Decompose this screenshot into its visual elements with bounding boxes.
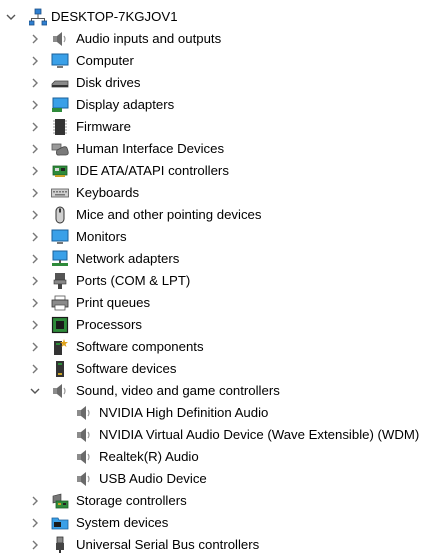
software-device-icon [51, 360, 69, 378]
tree-item-label: Display adapters [76, 97, 175, 112]
chevron-down-icon[interactable] [4, 6, 18, 28]
speaker-icon [75, 470, 93, 488]
tree-item-label: Network adapters [76, 251, 180, 266]
speaker-icon [51, 382, 69, 400]
device-tree: DESKTOP-7KGJOV1 Audio inputs and outputs… [0, 0, 428, 553]
chevron-right-icon[interactable] [28, 270, 42, 292]
firmware-chip-icon [51, 118, 69, 136]
computer-network-icon [29, 8, 47, 26]
tree-item-network-adapters[interactable]: Network adapters [0, 248, 428, 270]
tree-item-label: Software devices [76, 361, 177, 376]
tree-root[interactable]: DESKTOP-7KGJOV1 [0, 6, 428, 28]
chevron-right-icon[interactable] [28, 490, 42, 512]
speaker-icon [75, 426, 93, 444]
chevron-right-icon[interactable] [28, 72, 42, 94]
software-component-icon [51, 338, 69, 356]
chevron-right-icon[interactable] [28, 226, 42, 248]
tree-item-disk-drives[interactable]: Disk drives [0, 72, 428, 94]
display-adapter-icon [51, 96, 69, 114]
chevron-right-icon[interactable] [28, 182, 42, 204]
hid-icon [51, 140, 69, 158]
usb-icon [51, 536, 69, 554]
keyboard-icon [51, 184, 69, 202]
tree-device-label: NVIDIA Virtual Audio Device (Wave Extens… [99, 427, 420, 442]
tree-item-software-devices[interactable]: Software devices [0, 358, 428, 380]
tree-item-label: Mice and other pointing devices [76, 207, 262, 222]
tree-item-ide-ata-atapi-controllers[interactable]: IDE ATA/ATAPI controllers [0, 160, 428, 182]
tree-item-audio-inputs-outputs[interactable]: Audio inputs and outputs [0, 28, 428, 50]
tree-item-label: Audio inputs and outputs [76, 31, 222, 46]
tree-item-label: Disk drives [76, 75, 141, 90]
chevron-right-icon[interactable] [28, 28, 42, 50]
tree-item-sound-video-game-controllers[interactable]: Sound, video and game controllers [0, 380, 428, 402]
tree-device-usb-audio[interactable]: USB Audio Device [0, 468, 428, 490]
tree-item-firmware[interactable]: Firmware [0, 116, 428, 138]
ide-controller-icon [51, 162, 69, 180]
tree-item-label: Keyboards [76, 185, 140, 200]
monitor-icon [51, 228, 69, 246]
tree-device-nvidia-virtual-audio[interactable]: NVIDIA Virtual Audio Device (Wave Extens… [0, 424, 428, 446]
tree-device-label: Realtek(R) Audio [99, 449, 199, 464]
tree-item-label: Software components [76, 339, 204, 354]
tree-root-label: DESKTOP-7KGJOV1 [51, 9, 178, 24]
chevron-right-icon[interactable] [28, 94, 42, 116]
chevron-right-icon[interactable] [28, 512, 42, 534]
tree-item-usb-controllers[interactable]: Universal Serial Bus controllers [0, 534, 428, 556]
chevron-right-icon[interactable] [28, 138, 42, 160]
tree-item-label: System devices [76, 515, 169, 530]
monitor-icon [51, 52, 69, 70]
tree-item-print-queues[interactable]: Print queues [0, 292, 428, 314]
system-folder-icon [51, 514, 69, 532]
disk-drive-icon [51, 74, 69, 92]
chevron-right-icon[interactable] [28, 534, 42, 556]
tree-item-label: Sound, video and game controllers [76, 383, 280, 398]
tree-item-ports-com-lpt[interactable]: Ports (COM & LPT) [0, 270, 428, 292]
speaker-icon [75, 448, 93, 466]
tree-item-storage-controllers[interactable]: Storage controllers [0, 490, 428, 512]
tree-item-label: Human Interface Devices [76, 141, 225, 156]
network-adapter-icon [51, 250, 69, 268]
tree-item-label: Ports (COM & LPT) [76, 273, 191, 288]
tree-item-computer[interactable]: Computer [0, 50, 428, 72]
tree-item-human-interface-devices[interactable]: Human Interface Devices [0, 138, 428, 160]
tree-item-label: Storage controllers [76, 493, 187, 508]
tree-device-label: USB Audio Device [99, 471, 207, 486]
chevron-right-icon[interactable] [28, 248, 42, 270]
storage-controller-icon [51, 492, 69, 510]
tree-item-software-components[interactable]: Software components [0, 336, 428, 358]
mouse-icon [51, 206, 69, 224]
processor-icon [51, 316, 69, 334]
tree-item-display-adapters[interactable]: Display adapters [0, 94, 428, 116]
tree-item-label: Monitors [76, 229, 127, 244]
tree-device-label: NVIDIA High Definition Audio [99, 405, 269, 420]
chevron-right-icon[interactable] [28, 358, 42, 380]
chevron-right-icon[interactable] [28, 204, 42, 226]
tree-item-monitors[interactable]: Monitors [0, 226, 428, 248]
port-icon [51, 272, 69, 290]
tree-device-nvidia-hd-audio[interactable]: NVIDIA High Definition Audio [0, 402, 428, 424]
chevron-right-icon[interactable] [28, 336, 42, 358]
tree-item-system-devices[interactable]: System devices [0, 512, 428, 534]
tree-item-mice-pointing-devices[interactable]: Mice and other pointing devices [0, 204, 428, 226]
tree-item-label: Firmware [76, 119, 131, 134]
tree-item-label: Processors [76, 317, 142, 332]
tree-item-processors[interactable]: Processors [0, 314, 428, 336]
chevron-right-icon[interactable] [28, 50, 42, 72]
chevron-right-icon[interactable] [28, 160, 42, 182]
speaker-icon [51, 30, 69, 48]
chevron-right-icon[interactable] [28, 314, 42, 336]
chevron-down-icon[interactable] [28, 380, 42, 402]
tree-item-label: IDE ATA/ATAPI controllers [76, 163, 229, 178]
tree-item-keyboards[interactable]: Keyboards [0, 182, 428, 204]
tree-device-realtek-audio[interactable]: Realtek(R) Audio [0, 446, 428, 468]
chevron-right-icon[interactable] [28, 116, 42, 138]
tree-item-label: Print queues [76, 295, 151, 310]
tree-item-label: Computer [76, 53, 134, 68]
printer-icon [51, 294, 69, 312]
tree-item-label: Universal Serial Bus controllers [76, 537, 260, 552]
chevron-right-icon[interactable] [28, 292, 42, 314]
speaker-icon [75, 404, 93, 422]
